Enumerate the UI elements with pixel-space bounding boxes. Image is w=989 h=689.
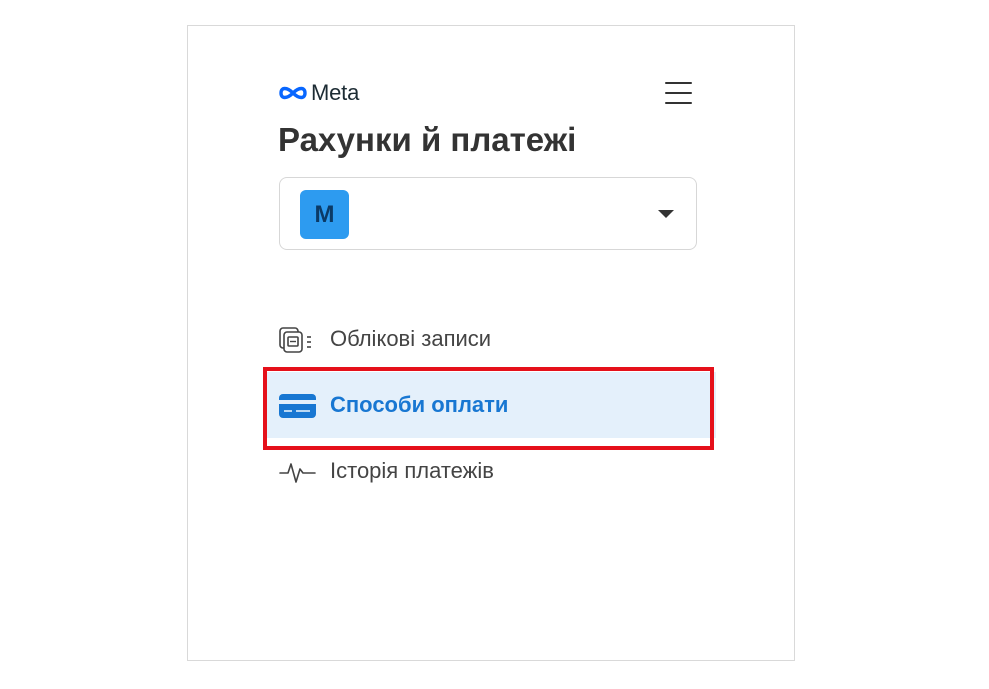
- nav-item-payment-methods[interactable]: Способи оплати: [263, 372, 716, 438]
- hamburger-menu-icon[interactable]: [664, 78, 694, 108]
- header: Meta: [278, 76, 698, 110]
- nav-item-accounts[interactable]: Облікові записи: [263, 306, 716, 372]
- nav-item-label: Способи оплати: [330, 392, 509, 417]
- billing-nav: Облікові записи Способи оплати Історія п…: [263, 306, 716, 504]
- nav-item-payment-history[interactable]: Історія платежів: [263, 438, 716, 504]
- nav-item-label: Облікові записи: [330, 326, 492, 351]
- meta-infinity-icon: [279, 86, 307, 100]
- credit-card-icon: [278, 390, 318, 420]
- caret-down-icon[interactable]: [658, 210, 674, 218]
- accounts-icon: [278, 324, 318, 354]
- account-selector[interactable]: M: [279, 177, 697, 250]
- avatar: M: [300, 190, 349, 239]
- logo-text: Meta: [311, 80, 360, 105]
- page-title: Рахунки й платежі: [278, 121, 577, 158]
- nav-item-label: Історія платежів: [330, 458, 494, 483]
- meta-logo[interactable]: Meta: [278, 79, 359, 107]
- activity-pulse-icon: [278, 456, 318, 486]
